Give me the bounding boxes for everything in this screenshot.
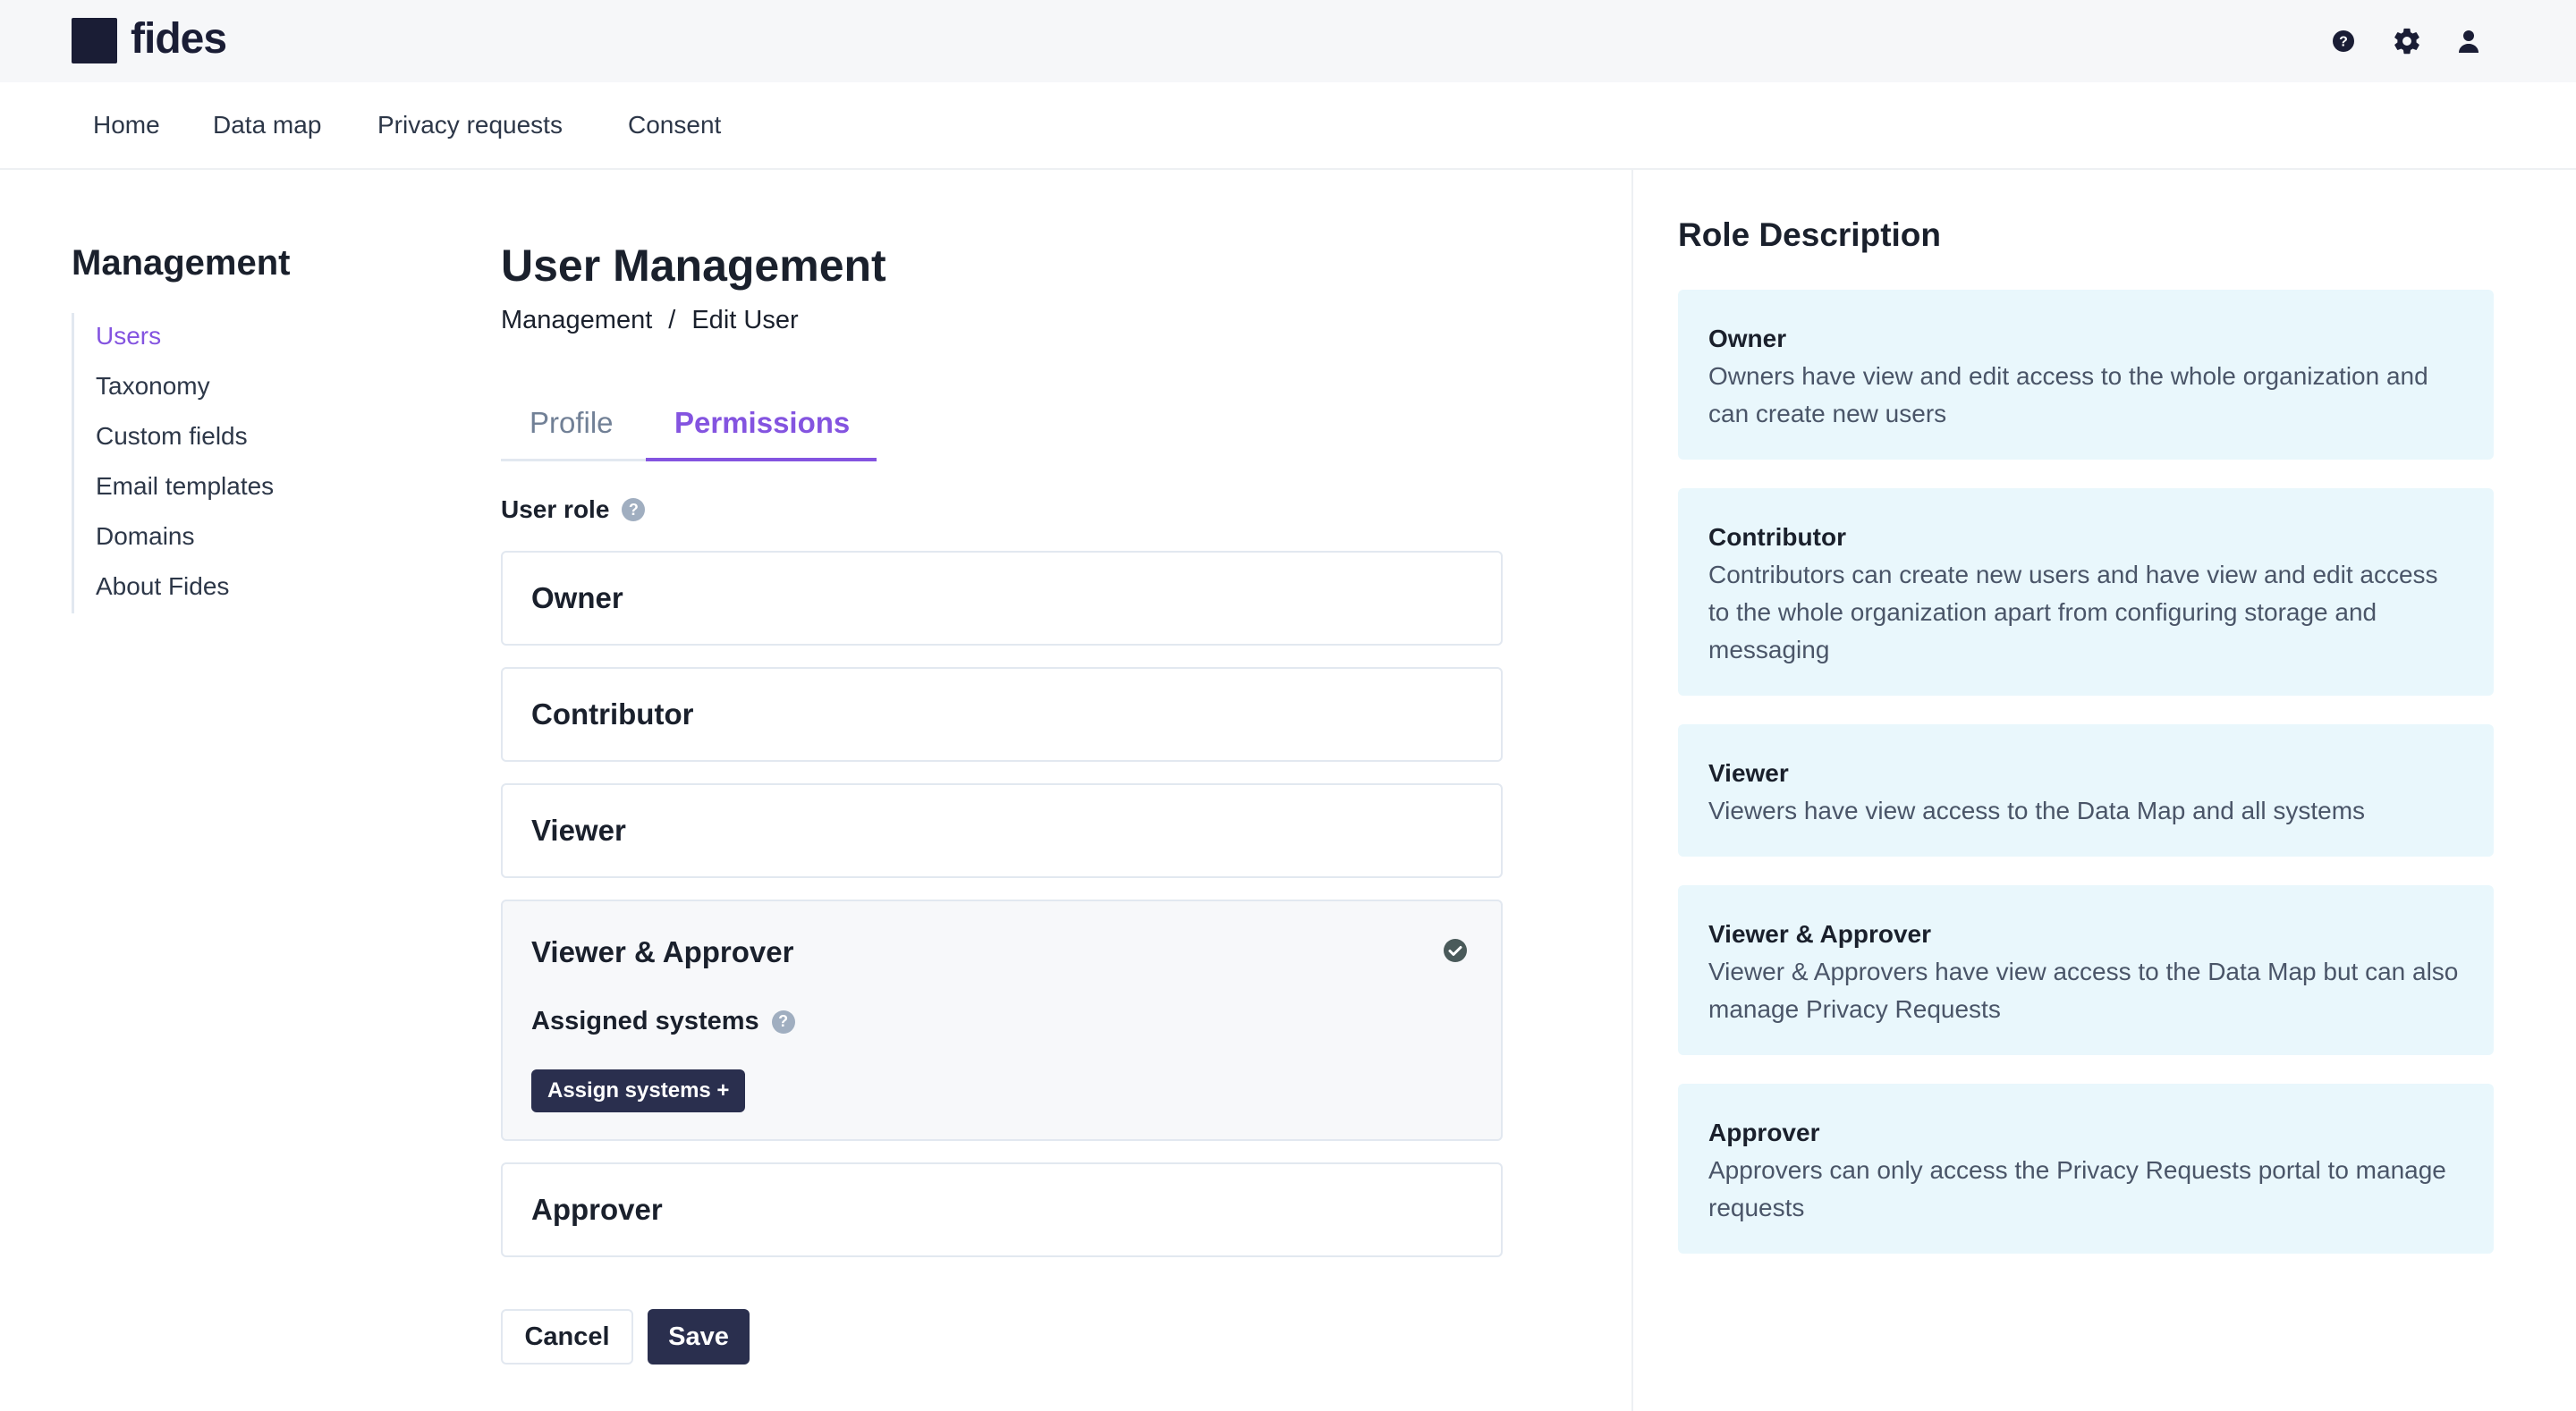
role-option-label: Contributor	[531, 697, 694, 731]
active-tab-indicator	[646, 458, 877, 461]
logo-text: fides	[131, 15, 227, 63]
tab-profile[interactable]: Profile	[530, 406, 614, 440]
role-option-contributor[interactable]: Contributor	[501, 667, 1503, 762]
assign-systems-button[interactable]: Assign systems +	[531, 1069, 746, 1112]
logo-mark	[72, 18, 117, 63]
assigned-systems-label: Assigned systems ?	[531, 1007, 795, 1036]
role-option-approver[interactable]: Approver	[501, 1162, 1503, 1257]
role-description-viewer-approver: Viewer & Approver Viewer & Approvers hav…	[1678, 885, 2494, 1055]
role-description-text: Owners have view and edit access to the …	[1708, 362, 2428, 427]
role-description-text: Viewer & Approvers have view access to t…	[1708, 958, 2459, 1023]
sidebar-item-domains[interactable]: Domains	[96, 522, 194, 551]
svg-text:?: ?	[2339, 35, 2348, 50]
nav-home[interactable]: Home	[93, 111, 160, 139]
role-description-approver: Approver Approvers can only access the P…	[1678, 1084, 2494, 1254]
sidebar-list: Users Taxonomy Custom fields Email templ…	[72, 313, 340, 613]
role-option-label: Viewer	[531, 814, 626, 847]
sidebar-item-taxonomy[interactable]: Taxonomy	[96, 372, 210, 401]
role-description-name: Contributor	[1708, 523, 1846, 551]
role-description-text: Viewers have view access to the Data Map…	[1708, 797, 2366, 824]
app-window: fides ? Home Data map Privacy requests C…	[0, 0, 2576, 1411]
breadcrumb-separator: /	[668, 306, 676, 334]
tab-list: Profile Permissions	[501, 390, 877, 461]
user-role-label: User role ?	[501, 495, 646, 524]
nav-consent[interactable]: Consent	[628, 111, 721, 139]
help-icon[interactable]: ?	[771, 1010, 795, 1034]
role-description-name: Viewer & Approver	[1708, 920, 1931, 948]
user-icon[interactable]	[2453, 25, 2485, 57]
role-option-viewer-approver[interactable]: Viewer & Approver Assigned systems ? Ass…	[501, 900, 1503, 1141]
breadcrumb-management[interactable]: Management	[501, 306, 652, 334]
top-bar: fides ?	[0, 0, 2576, 82]
role-description-owner: Owner Owners have view and edit access t…	[1678, 290, 2494, 460]
check-circle-icon	[1444, 939, 1467, 962]
nav-data-map[interactable]: Data map	[213, 111, 321, 139]
cancel-button[interactable]: Cancel	[501, 1309, 633, 1365]
role-description-text: Contributors can create new users and ha…	[1708, 561, 2438, 663]
role-option-owner[interactable]: Owner	[501, 551, 1503, 646]
user-role-label-text: User role	[501, 495, 610, 523]
sidebar-item-custom-fields[interactable]: Custom fields	[96, 422, 248, 451]
save-button[interactable]: Save	[648, 1309, 750, 1365]
sidebar-item-about-fides[interactable]: About Fides	[96, 572, 229, 601]
assigned-systems-label-text: Assigned systems	[531, 1007, 759, 1035]
page-title: User Management	[501, 241, 886, 291]
sidebar-item-users[interactable]: Users	[96, 322, 161, 351]
role-description-name: Viewer	[1708, 759, 1789, 787]
role-option-label: Approver	[531, 1193, 663, 1226]
role-description-viewer: Viewer Viewers have view access to the D…	[1678, 724, 2494, 857]
help-icon[interactable]: ?	[2327, 25, 2360, 57]
sidebar-item-email-templates[interactable]: Email templates	[96, 472, 274, 501]
role-description-panel: Role Description Owner Owners have view …	[1631, 170, 2576, 1411]
settings-icon[interactable]	[2391, 25, 2423, 57]
main-nav: Home Data map Privacy requests Consent	[0, 82, 2576, 170]
sidebar-title: Management	[72, 243, 291, 283]
role-description-title: Role Description	[1678, 216, 1941, 253]
role-description-text: Approvers can only access the Privacy Re…	[1708, 1156, 2446, 1221]
help-icon[interactable]: ?	[622, 498, 646, 521]
role-description-name: Owner	[1708, 325, 1787, 352]
breadcrumb: Management / Edit User	[501, 306, 815, 335]
role-option-label: Owner	[531, 581, 623, 614]
nav-privacy-requests[interactable]: Privacy requests	[377, 111, 563, 139]
role-description-name: Approver	[1708, 1119, 1820, 1146]
breadcrumb-edit-user: Edit User	[691, 306, 799, 334]
role-description-contributor: Contributor Contributors can create new …	[1678, 488, 2494, 696]
role-option-label: Viewer & Approver	[531, 935, 794, 968]
role-option-viewer[interactable]: Viewer	[501, 783, 1503, 878]
tab-permissions[interactable]: Permissions	[674, 406, 850, 440]
